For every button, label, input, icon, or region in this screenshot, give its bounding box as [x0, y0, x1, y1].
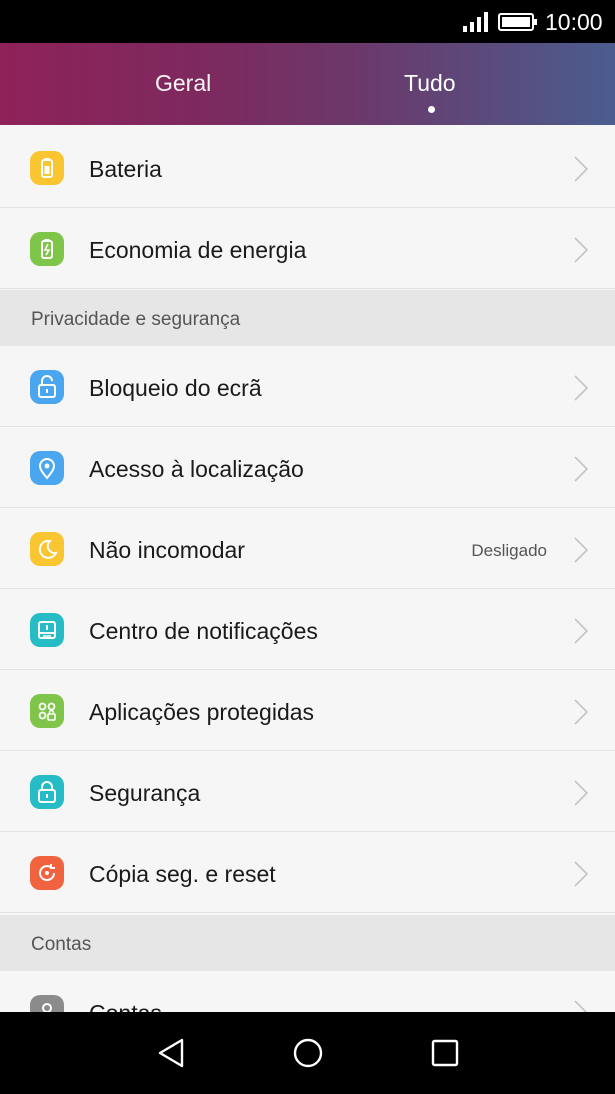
- account-icon: [30, 995, 64, 1012]
- power-saving-icon: [30, 232, 64, 266]
- settings-item-label: Cópia seg. e reset: [89, 861, 276, 887]
- selected-tab-indicator: [428, 106, 435, 113]
- settings-item-seguranca[interactable]: Segurança: [0, 751, 615, 832]
- settings-item-label: Contas: [89, 1000, 162, 1012]
- moon-icon: [30, 532, 64, 566]
- home-icon[interactable]: [291, 1036, 325, 1070]
- protected-apps-icon: [30, 694, 64, 728]
- settings-item-label: Segurança: [89, 780, 201, 806]
- section-title: Contas: [31, 934, 92, 955]
- settings-item-label: Centro de notificações: [89, 618, 318, 644]
- settings-header: Geral Tudo: [0, 43, 615, 125]
- settings-item-label: Bloqueio do ecrã: [89, 375, 262, 401]
- settings-item-label: Aplicações protegidas: [89, 699, 315, 725]
- chevron-right-icon: [574, 780, 589, 806]
- settings-item-copia-reset[interactable]: Cópia seg. e reset: [0, 832, 615, 913]
- battery-icon: [498, 13, 537, 31]
- clock: 10:00: [545, 9, 603, 35]
- status-bar: 10:00: [0, 0, 615, 43]
- settings-item-bloqueio-ecra[interactable]: Bloqueio do ecrã: [0, 346, 615, 427]
- chevron-right-icon: [574, 156, 589, 182]
- signal-icon: [463, 12, 488, 32]
- back-icon[interactable]: [154, 1036, 188, 1070]
- settings-item-label: Acesso à localização: [89, 456, 304, 482]
- chevron-right-icon: [574, 375, 589, 401]
- notification-center-icon: [30, 613, 64, 647]
- battery-icon: [30, 151, 64, 185]
- settings-item-value: Desligado: [471, 541, 547, 560]
- tab-tudo[interactable]: Tudo: [404, 70, 456, 97]
- chevron-right-icon: [574, 237, 589, 263]
- lock-icon: [30, 775, 64, 809]
- chevron-right-icon: [574, 618, 589, 644]
- settings-item-bateria[interactable]: Bateria: [0, 127, 615, 208]
- chevron-right-icon: [574, 537, 589, 563]
- chevron-right-icon: [574, 861, 589, 887]
- navigation-bar: [0, 1012, 615, 1094]
- recent-apps-icon[interactable]: [428, 1036, 462, 1070]
- settings-item-economia-energia[interactable]: Economia de energia: [0, 208, 615, 289]
- settings-item-centro-notificacoes[interactable]: Centro de notificações: [0, 589, 615, 670]
- settings-item-nao-incomodar[interactable]: Não incomodar Desligado: [0, 508, 615, 589]
- settings-item-label: Economia de energia: [89, 237, 307, 263]
- settings-item-aplicacoes-protegidas[interactable]: Aplicações protegidas: [0, 670, 615, 751]
- chevron-right-icon: [574, 1000, 588, 1012]
- chevron-right-icon: [574, 456, 589, 482]
- chevron-right-icon: [574, 699, 589, 725]
- section-header-contas: Contas: [0, 915, 615, 971]
- backup-icon: [30, 856, 64, 890]
- location-icon: [30, 451, 64, 485]
- section-header-privacidade: Privacidade e segurança: [0, 290, 615, 346]
- section-title: Privacidade e segurança: [31, 309, 241, 330]
- settings-item-label: Bateria: [89, 156, 162, 182]
- settings-list: Bateria Economia de energia Privacidade …: [0, 125, 615, 1012]
- settings-item-contas[interactable]: Contas: [0, 971, 615, 1012]
- unlock-icon: [30, 370, 64, 404]
- settings-item-label: Não incomodar: [89, 537, 245, 563]
- settings-item-acesso-localizacao[interactable]: Acesso à localização: [0, 427, 615, 508]
- tab-geral[interactable]: Geral: [155, 70, 211, 97]
